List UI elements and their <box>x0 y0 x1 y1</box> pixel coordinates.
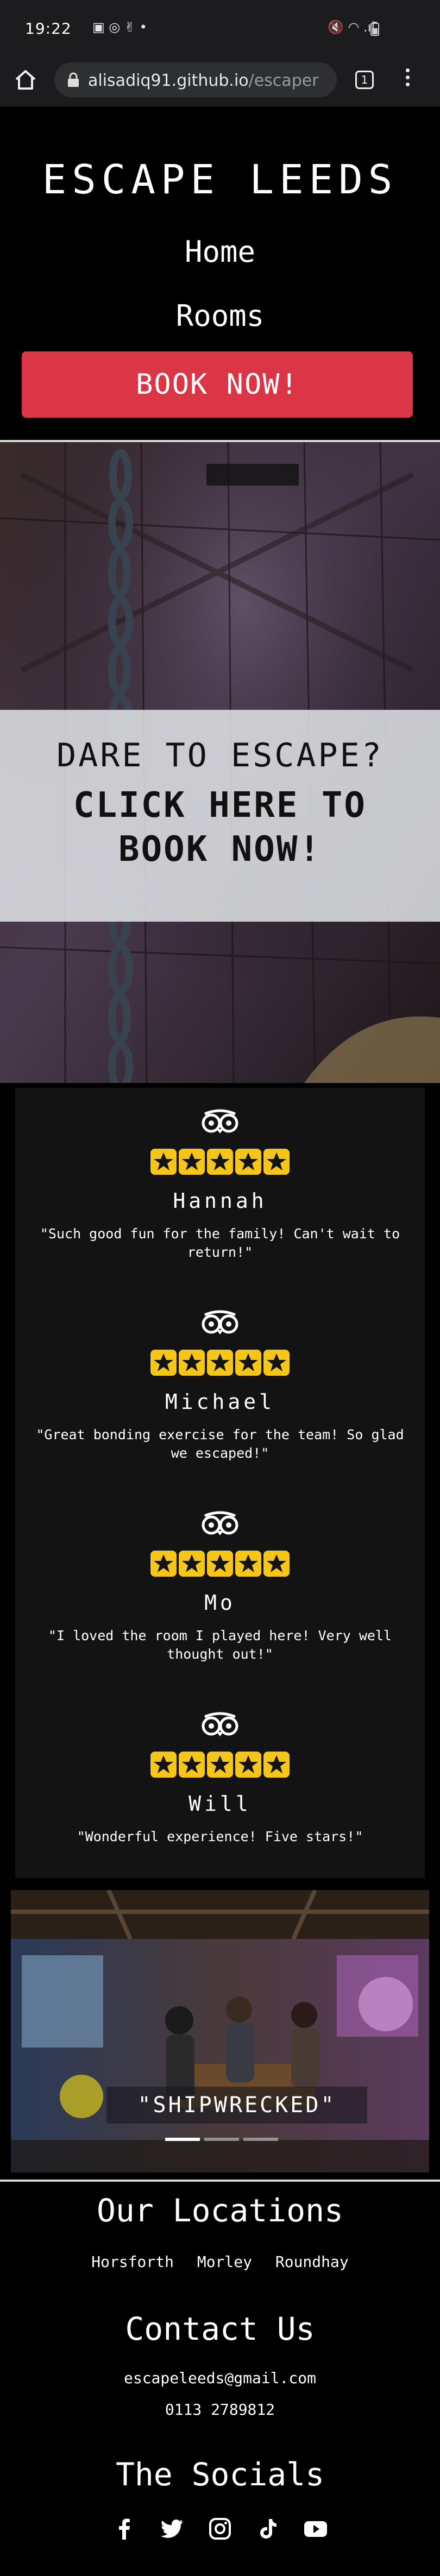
star-icon <box>235 1149 261 1175</box>
status-bar: 19:22 ▣ ◎ ✌ • 🔇 ◠ .ıl <box>0 0 440 54</box>
home-icon[interactable] <box>12 66 39 93</box>
facebook-icon[interactable] <box>112 2517 136 2541</box>
instagram-icon[interactable] <box>208 2517 232 2541</box>
status-time: 19:22 <box>25 20 72 37</box>
star-icon <box>207 1149 233 1175</box>
tripadvisor-icon <box>202 1712 238 1736</box>
star-icon <box>179 1149 205 1175</box>
tripadvisor-icon <box>202 1310 238 1334</box>
star-icon <box>150 1149 177 1175</box>
star-icon <box>179 1551 205 1577</box>
address-bar[interactable]: alisadiq91.github.io/escaper <box>54 62 337 97</box>
reviewer-name: Will <box>188 1792 252 1816</box>
tab-switcher-button[interactable]: 1 <box>355 71 374 89</box>
review-card: Mo "I loved the room I played here! Very… <box>15 1510 425 1664</box>
url-path: /escaper <box>248 71 319 90</box>
star-icon <box>179 1752 205 1778</box>
nav-link-rooms[interactable]: Rooms <box>0 299 440 333</box>
site-logo[interactable]: ESCAPE LEEDS <box>0 156 440 203</box>
review-quote: "Great bonding exercise for the team! So… <box>36 1427 404 1461</box>
tiktok-icon[interactable] <box>256 2517 280 2541</box>
carousel-caption[interactable]: "SHIPWRECKED" <box>106 2087 367 2124</box>
carousel-indicator-active[interactable] <box>165 2138 200 2141</box>
lock-icon <box>68 72 79 87</box>
star-icon <box>179 1350 205 1376</box>
reviews-section: Hannah "Such good fun for the family! Ca… <box>15 1088 425 1878</box>
room-carousel[interactable] <box>11 1890 429 2172</box>
review-card: Will "Wonderful experience! Five stars!" <box>15 1711 425 1846</box>
location-item: Horsforth <box>91 2253 174 2271</box>
socials-heading: The Socials <box>115 2456 325 2493</box>
url-text[interactable]: alisadiq91.github.io/escaper <box>88 71 327 90</box>
star-icon <box>207 1350 233 1376</box>
tripadvisor-icon <box>202 1511 238 1535</box>
section-divider <box>0 2180 440 2182</box>
star-icon <box>263 1350 290 1376</box>
star-rating <box>15 1752 425 1778</box>
nav-link-home[interactable]: Home <box>0 235 440 269</box>
review-quote: "Wonderful experience! Five stars!" <box>77 1829 363 1844</box>
tripadvisor-icon <box>202 1109 238 1133</box>
star-icon <box>207 1752 233 1778</box>
location-item: Roundhay <box>275 2253 349 2271</box>
star-icon <box>235 1350 261 1376</box>
carousel-indicator[interactable] <box>204 2138 239 2141</box>
star-rating <box>15 1350 425 1376</box>
star-icon <box>150 1752 177 1778</box>
locations-heading: Our Locations <box>97 2192 343 2229</box>
hero-cta-line[interactable]: CLICK HERE TO <box>0 785 440 826</box>
star-icon <box>150 1350 177 1376</box>
star-icon <box>263 1149 290 1175</box>
notification-icons: ▣ ◎ ✌ • <box>92 20 147 35</box>
battery-icon <box>370 22 379 36</box>
hero-headline[interactable]: DARE TO ESCAPE? <box>0 736 440 774</box>
contact-heading: Contact Us <box>125 2310 315 2347</box>
star-icon <box>263 1752 290 1778</box>
star-icon <box>235 1752 261 1778</box>
browser-toolbar: alisadiq91.github.io/escaper 1 <box>0 54 440 106</box>
system-icons: 🔇 ◠ .ıl <box>327 20 375 35</box>
twitter-icon[interactable] <box>160 2517 184 2541</box>
review-quote: "I loved the room I played here! Very we… <box>48 1628 392 1662</box>
reviewer-name: Mo <box>204 1591 236 1615</box>
star-icon <box>263 1551 290 1577</box>
youtube-icon[interactable] <box>304 2517 328 2541</box>
book-now-button[interactable]: BOOK NOW! <box>22 351 413 418</box>
contact-email[interactable]: escapeleeds@gmail.com <box>0 2369 440 2387</box>
star-icon <box>235 1551 261 1577</box>
star-rating <box>15 1149 425 1175</box>
location-item: Morley <box>197 2253 252 2271</box>
review-card: Michael "Great bonding exercise for the … <box>15 1309 425 1463</box>
reviewer-name: Michael <box>165 1390 275 1414</box>
hero-cta-line[interactable]: BOOK NOW! <box>0 829 440 870</box>
browser-menu-icon[interactable] <box>402 68 413 92</box>
carousel-indicator[interactable] <box>243 2138 278 2141</box>
locations-list: Horsforth Morley Roundhay <box>0 2253 440 2271</box>
star-icon <box>150 1551 177 1577</box>
social-links <box>0 2517 440 2541</box>
star-rating <box>15 1551 425 1577</box>
star-icon <box>207 1551 233 1577</box>
review-card: Hannah "Such good fun for the family! Ca… <box>15 1109 425 1262</box>
reviewer-name: Hannah <box>173 1189 267 1213</box>
carousel-slide-image <box>11 1890 429 2172</box>
url-host: alisadiq91.github.io <box>88 71 249 90</box>
contact-phone[interactable]: 0113 2789812 <box>0 2401 440 2418</box>
review-quote: "Such good fun for the family! Can't wai… <box>40 1226 400 1260</box>
